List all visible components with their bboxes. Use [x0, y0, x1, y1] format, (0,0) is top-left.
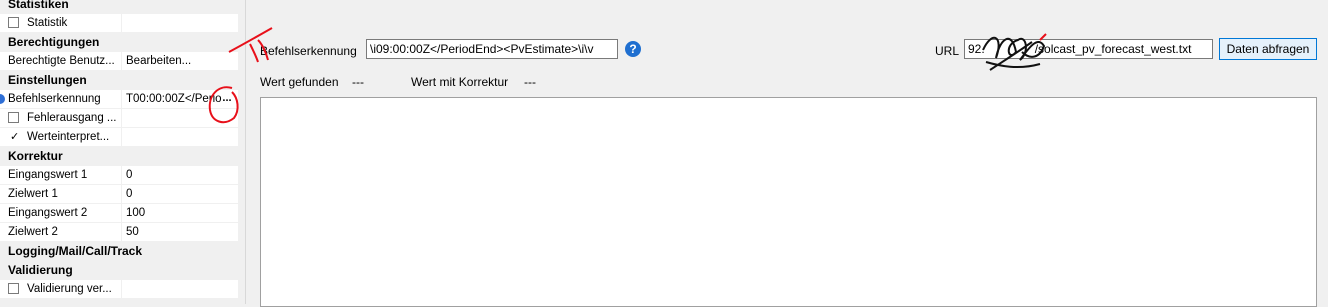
zielwert2-label: Zielwert 2 — [8, 226, 58, 238]
property-eingangswert2[interactable]: Eingangswert 2 100 — [0, 204, 238, 223]
property-werteinterpret[interactable]: ✓ Werteinterpret... — [0, 128, 238, 147]
statistik-label: Statistik — [27, 17, 68, 29]
validierung-value — [121, 280, 238, 298]
werteinterpret-value — [121, 128, 238, 146]
selected-row-marker — [0, 94, 5, 104]
category-validierung[interactable]: Validierung — [0, 261, 238, 280]
property-eingangswert1[interactable]: Eingangswert 1 0 — [0, 166, 238, 185]
werteinterpret-checkbox[interactable]: ✓ — [10, 128, 19, 146]
category-statistiken[interactable]: Statistiken — [0, 0, 238, 14]
befehlserkennung-input[interactable]: \i09:00:00Z</PeriodEnd><PvEstimate>\i\v — [366, 39, 618, 59]
category-korrektur[interactable]: Korrektur — [0, 147, 238, 166]
validierung-checkbox[interactable] — [8, 283, 19, 294]
eingangswert2-value[interactable]: 100 — [121, 204, 238, 222]
statistik-checkbox[interactable] — [8, 17, 19, 28]
property-zielwert2[interactable]: Zielwert 2 50 — [0, 223, 238, 242]
property-fehlerausgang[interactable]: Fehlerausgang ... — [0, 109, 238, 128]
category-einstellungen[interactable]: Einstellungen — [0, 71, 238, 90]
statistik-value — [121, 14, 238, 32]
eingangswert1-label: Eingangswert 1 — [8, 169, 88, 181]
fehlerausgang-value — [121, 109, 238, 127]
berechtigte-label: Berechtigte Benutz... — [8, 55, 115, 67]
property-befehlserkennung[interactable]: Befehlserkennung T00:00:00Z</Perio ... — [0, 90, 238, 109]
validierung-label: Validierung ver... — [27, 283, 112, 295]
panel-divider[interactable] — [245, 0, 246, 304]
property-grid: Statistiken Statistik Berechtigungen Ber… — [0, 0, 238, 304]
url-input[interactable]: 92. /solcast_pv_forecast_west.txt — [964, 39, 1213, 59]
zielwert1-value[interactable]: 0 — [121, 185, 238, 203]
zielwert1-label: Zielwert 1 — [8, 188, 58, 200]
eingangswert1-value[interactable]: 0 — [121, 166, 238, 184]
wert-gefunden-label: Wert gefunden — [260, 75, 339, 89]
property-validierung[interactable]: Validierung ver... — [0, 280, 238, 299]
url-prefix: 92. — [968, 42, 985, 56]
zielwert2-value[interactable]: 50 — [121, 223, 238, 241]
property-statistik[interactable]: Statistik — [0, 14, 238, 33]
url-value: /solcast_pv_forecast_west.txt — [1034, 42, 1192, 56]
eingangswert2-label: Eingangswert 2 — [8, 207, 88, 219]
werteinterpret-label: Werteinterpret... — [27, 131, 110, 143]
category-berechtigungen[interactable]: Berechtigungen — [0, 33, 238, 52]
wert-korrektur-value: --- — [524, 75, 536, 89]
wert-korrektur-label: Wert mit Korrektur — [411, 75, 509, 89]
property-berechtigte[interactable]: Berechtigte Benutz... Bearbeiten... — [0, 52, 238, 71]
befehlserkennung-field-label: Befehlserkennung — [260, 44, 357, 58]
wert-gefunden-value: --- — [352, 75, 364, 89]
berechtigte-value[interactable]: Bearbeiten... — [121, 52, 238, 70]
ellipsis-button[interactable]: ... — [220, 92, 234, 106]
fehlerausgang-label: Fehlerausgang ... — [27, 112, 117, 124]
daten-abfragen-button[interactable]: Daten abfragen — [1219, 38, 1317, 60]
help-icon[interactable]: ? — [625, 41, 641, 57]
category-logging[interactable]: Logging/Mail/Call/Track — [0, 242, 238, 261]
property-zielwert1[interactable]: Zielwert 1 0 — [0, 185, 238, 204]
output-textarea[interactable] — [260, 97, 1317, 307]
url-label: URL — [935, 44, 960, 58]
fehlerausgang-checkbox[interactable] — [8, 112, 19, 123]
befehlserkennung-label: Befehlserkennung — [8, 93, 101, 105]
